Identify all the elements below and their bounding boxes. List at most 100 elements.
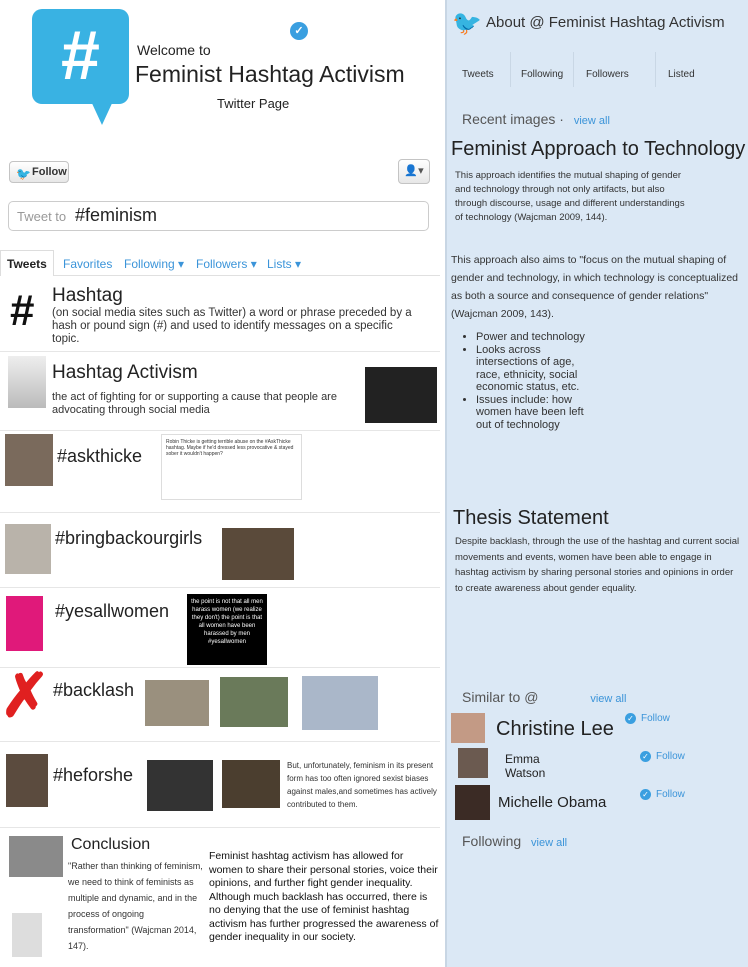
bringbackourgirls-photo bbox=[5, 524, 51, 574]
divider bbox=[0, 430, 440, 431]
thesis-title: Thesis Statement bbox=[453, 507, 609, 529]
stat-listed[interactable]: Listed bbox=[668, 69, 695, 80]
follow-michelle-obama-button[interactable]: ✓ Follow bbox=[640, 789, 685, 800]
tab-tweets[interactable]: Tweets bbox=[0, 250, 54, 276]
heforshe-text: But, unfortunately, feminism in its pres… bbox=[287, 761, 437, 809]
divider bbox=[0, 512, 440, 513]
activism-definition: the act of fighting for or supporting a … bbox=[52, 391, 337, 416]
bringbackourgirls-image bbox=[222, 528, 294, 580]
twitter-bird-icon: 🐦 bbox=[452, 10, 482, 37]
askthicke-tweet-card: Robin Thicke is getting terrible abuse o… bbox=[161, 434, 302, 500]
avatar[interactable] bbox=[451, 713, 485, 743]
verified-icon: ✓ bbox=[290, 22, 308, 40]
yesallwomen-image: the point is not that all men harass wom… bbox=[187, 594, 267, 665]
conclusion-text: Feminist hashtag activism has allowed fo… bbox=[209, 850, 439, 943]
user-actions-button[interactable]: 👤▾ bbox=[398, 159, 430, 184]
follow-label: Follow bbox=[656, 751, 685, 763]
tab-lists[interactable]: Lists ▾ bbox=[267, 257, 301, 271]
heforshe-photo bbox=[6, 754, 48, 807]
heforshe-tag[interactable]: #heforshe bbox=[53, 765, 133, 786]
heforshe-image-2 bbox=[222, 760, 280, 808]
bullet-item: Issues include: how women have been left… bbox=[476, 394, 594, 432]
heforshe-image-1 bbox=[147, 760, 213, 811]
approach-paragraph-2: This approach also aims to "focus on the… bbox=[451, 254, 738, 320]
approach-bullets: Power and technology Looks across inters… bbox=[464, 331, 594, 431]
following-heading: Following view all bbox=[462, 833, 567, 849]
tab-lists-label: Lists bbox=[267, 257, 292, 271]
view-all-link[interactable]: view all bbox=[574, 115, 610, 127]
hashtag-logo-icon: # bbox=[32, 9, 129, 125]
profile-tabs: Tweets Favorites Following ▾ Followers ▾… bbox=[0, 250, 440, 276]
verified-icon: ✓ bbox=[625, 713, 636, 724]
main-column: # Welcome to Feminist Hashtag Activism T… bbox=[0, 0, 445, 967]
backlash-tag[interactable]: #backlash bbox=[53, 680, 134, 701]
divider bbox=[655, 52, 656, 87]
finish-sign-image bbox=[9, 836, 63, 877]
approach-title: Feminist Approach to Technology bbox=[451, 138, 746, 160]
conclusion-quote: "Rather than thinking of feminism, we ne… bbox=[68, 861, 203, 951]
similar-user-name[interactable]: Emma Watson bbox=[505, 752, 575, 780]
red-x-icon: ✗ bbox=[0, 662, 51, 729]
thesis-text: Despite backlash, through the use of the… bbox=[455, 536, 740, 594]
follow-emma-watson-button[interactable]: ✓ Follow bbox=[640, 751, 685, 762]
backlash-video[interactable] bbox=[302, 676, 378, 730]
conclusion-image bbox=[12, 913, 42, 957]
backlash-image-1 bbox=[145, 680, 209, 726]
recent-images-heading: Recent images · view all bbox=[462, 111, 610, 127]
similar-heading: Similar to @ view all bbox=[462, 689, 626, 705]
stat-followers[interactable]: Followers bbox=[586, 69, 629, 80]
similar-user-name[interactable]: Michelle Obama bbox=[498, 794, 606, 811]
verified-icon: ✓ bbox=[640, 789, 651, 800]
activism-photo bbox=[365, 367, 437, 423]
tweet-input-placeholder: Tweet to bbox=[17, 209, 67, 224]
divider bbox=[0, 741, 440, 742]
follow-button-label: Follow bbox=[32, 166, 67, 178]
askthicke-tag[interactable]: #askthicke bbox=[57, 446, 142, 467]
stat-following[interactable]: Following bbox=[521, 69, 563, 80]
bullet-item: Power and technology bbox=[476, 331, 594, 344]
follow-button[interactable]: 🐦 Follow bbox=[9, 161, 69, 183]
divider bbox=[0, 351, 440, 352]
tweet-input[interactable]: Tweet to #feminism bbox=[8, 201, 429, 231]
tweet-input-value: #feminism bbox=[75, 205, 158, 225]
similar-user-name[interactable]: Christine Lee bbox=[496, 718, 614, 741]
conclusion-title: Conclusion bbox=[71, 836, 151, 853]
hashtag-definition: (on social media sites such as Twitter) … bbox=[52, 307, 412, 345]
about-heading: About @ Feminist Hashtag Activism bbox=[486, 14, 725, 31]
yesallwomen-logo bbox=[6, 596, 43, 651]
recent-images-label: Recent images bbox=[462, 111, 556, 127]
bringbackourgirls-tag[interactable]: #bringbackourgirls bbox=[55, 528, 202, 549]
divider bbox=[0, 667, 440, 668]
yesallwomen-tag[interactable]: #yesallwomen bbox=[55, 601, 169, 622]
activism-image bbox=[8, 356, 46, 408]
tab-favorites[interactable]: Favorites bbox=[63, 257, 112, 271]
divider bbox=[573, 52, 574, 87]
follow-label: Follow bbox=[656, 789, 685, 801]
page-title: Feminist Hashtag Activism bbox=[135, 61, 405, 87]
hashtag-title: Hashtag bbox=[52, 285, 123, 306]
tab-following-label: Following bbox=[124, 257, 175, 271]
askthicke-photo bbox=[5, 434, 53, 486]
tab-followers-label: Followers bbox=[196, 257, 248, 271]
divider bbox=[0, 827, 440, 828]
tab-followers[interactable]: Followers ▾ bbox=[196, 257, 257, 271]
tab-following[interactable]: Following ▾ bbox=[124, 257, 184, 271]
following-view-all-link[interactable]: view all bbox=[531, 837, 567, 849]
page-subtitle: Twitter Page bbox=[217, 96, 290, 111]
hash-symbol-icon: # bbox=[10, 286, 35, 335]
twitter-bird-icon: 🐦 bbox=[16, 167, 31, 181]
welcome-text: Welcome to bbox=[137, 42, 211, 58]
stat-tweets[interactable]: Tweets bbox=[462, 69, 494, 80]
follow-christine-lee-button[interactable]: ✓ Follow bbox=[625, 713, 670, 724]
bullet-item: Looks across intersections of age, race,… bbox=[476, 344, 594, 394]
similar-view-all-link[interactable]: view all bbox=[590, 693, 626, 705]
divider bbox=[510, 52, 511, 87]
verified-icon: ✓ bbox=[640, 751, 651, 762]
similar-label: Similar to @ bbox=[462, 689, 539, 705]
avatar[interactable] bbox=[455, 785, 490, 820]
follow-label: Follow bbox=[641, 713, 670, 725]
activism-title: Hashtag Activism bbox=[52, 362, 198, 383]
avatar[interactable] bbox=[458, 748, 488, 778]
divider bbox=[0, 587, 440, 588]
following-label: Following bbox=[462, 833, 522, 849]
